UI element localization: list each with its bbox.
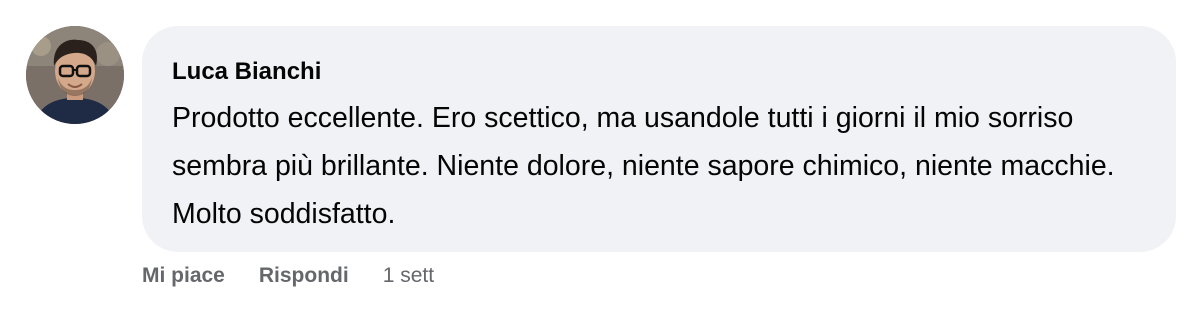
like-button[interactable]: Mi piace [142,264,225,288]
avatar-photo-icon [26,26,124,124]
avatar[interactable] [26,26,124,124]
comment-timestamp[interactable]: 1 sett [383,264,434,288]
comment-text: Prodotto eccellente. Ero scettico, ma us… [172,102,1115,230]
comment: Luca Bianchi Prodotto eccellente. Ero sc… [0,0,1200,316]
comment-bubble: Luca Bianchi Prodotto eccellente. Ero sc… [142,26,1176,252]
comment-actions: Mi piace Rispondi 1 sett [142,262,434,290]
reply-button[interactable]: Rispondi [259,264,349,288]
comment-author[interactable]: Luca Bianchi [172,56,1146,88]
